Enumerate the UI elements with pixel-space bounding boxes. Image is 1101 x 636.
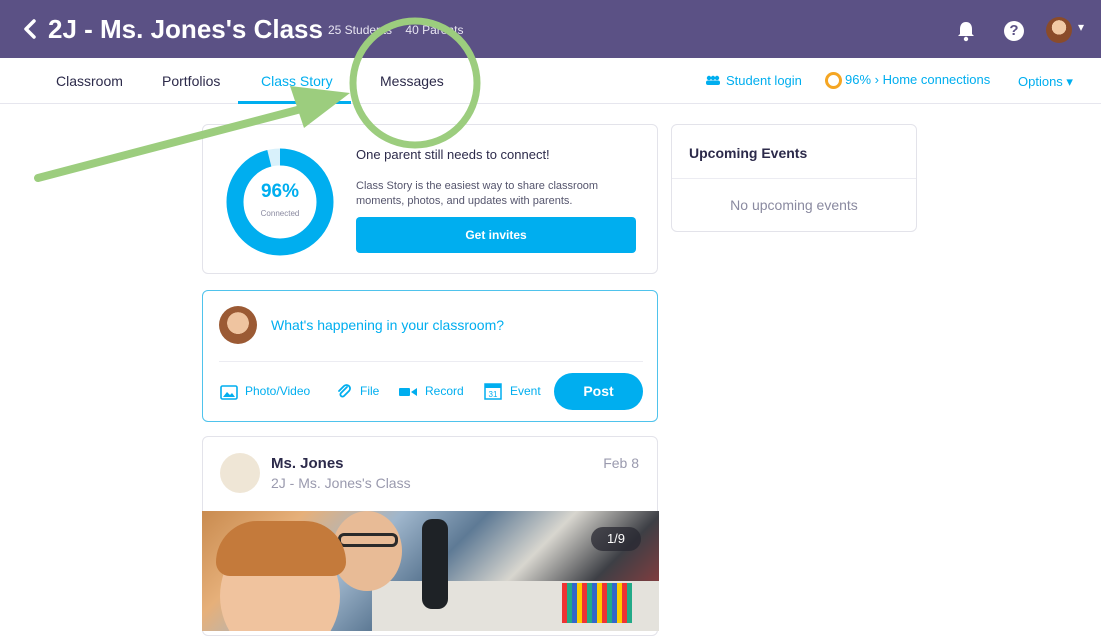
parent-count: 40 Parents bbox=[405, 23, 464, 37]
calendar-day-number: 31 bbox=[489, 390, 498, 399]
options-menu[interactable]: Options ▾ bbox=[1018, 74, 1073, 90]
tab-messages[interactable]: Messages bbox=[380, 73, 444, 89]
paperclip-icon bbox=[338, 384, 351, 398]
file-button[interactable]: File bbox=[360, 384, 379, 398]
video-camera-icon bbox=[399, 388, 417, 396]
connect-description: Class Story is the easiest way to share … bbox=[356, 180, 599, 207]
post-photo[interactable]: 1/9 bbox=[202, 511, 659, 631]
events-divider bbox=[672, 178, 916, 179]
get-invites-button[interactable]: Get invites bbox=[356, 217, 636, 253]
photo-video-button[interactable]: Photo/Video bbox=[245, 384, 310, 398]
home-connections-link[interactable]: 96% › Home connections bbox=[845, 72, 990, 87]
story-post-card: Ms. Jones 2J - Ms. Jones's Class Feb 8 1… bbox=[202, 436, 659, 636]
top-bar: 2J - Ms. Jones's Class 25 Students 40 Pa… bbox=[0, 0, 1101, 58]
author-avatar bbox=[220, 453, 260, 493]
calendar-icon: 31 bbox=[484, 383, 502, 400]
help-icon[interactable]: ? bbox=[1004, 21, 1024, 41]
photo-hair bbox=[216, 521, 346, 576]
post-author[interactable]: Ms. Jones bbox=[271, 455, 344, 472]
connected-percent: 96% bbox=[260, 181, 300, 202]
home-connection-ring-icon bbox=[825, 72, 842, 89]
compose-divider bbox=[219, 361, 643, 362]
photo-bottle bbox=[422, 519, 448, 609]
compose-input[interactable]: What's happening in your classroom? bbox=[271, 317, 504, 333]
class-title[interactable]: 2J - Ms. Jones's Class bbox=[48, 14, 323, 45]
students-icon bbox=[706, 75, 720, 85]
connect-title: One parent still needs to connect! bbox=[356, 147, 550, 162]
back-chevron-icon[interactable] bbox=[22, 18, 38, 40]
class-counts: 25 Students 40 Parents bbox=[328, 23, 473, 37]
tab-class-story[interactable]: Class Story bbox=[261, 73, 333, 89]
tab-portfolios[interactable]: Portfolios bbox=[162, 73, 220, 89]
compose-avatar bbox=[219, 306, 257, 344]
post-class-name: 2J - Ms. Jones's Class bbox=[271, 475, 411, 491]
connected-label: Connected bbox=[260, 209, 300, 218]
class-nav: Classroom Portfolios Class Story Message… bbox=[0, 58, 1101, 104]
events-title: Upcoming Events bbox=[689, 145, 808, 161]
events-empty-message: No upcoming events bbox=[730, 197, 858, 213]
photo-glasses bbox=[338, 533, 398, 547]
post-button[interactable]: Post bbox=[554, 373, 643, 410]
student-login-link[interactable]: Student login bbox=[726, 73, 802, 88]
tab-classroom[interactable]: Classroom bbox=[56, 73, 123, 89]
photo-counter: 1/9 bbox=[591, 527, 641, 551]
event-button[interactable]: Event bbox=[510, 384, 541, 398]
compose-post-card: What's happening in your classroom? Phot… bbox=[202, 290, 658, 422]
user-avatar[interactable] bbox=[1046, 17, 1072, 43]
avatar-menu-caret-icon[interactable]: ▾ bbox=[1078, 20, 1084, 34]
active-tab-indicator bbox=[238, 101, 351, 104]
record-button[interactable]: Record bbox=[425, 384, 464, 398]
student-count: 25 Students bbox=[328, 23, 393, 37]
photo-icon bbox=[220, 385, 238, 400]
upcoming-events-card: Upcoming Events No upcoming events bbox=[671, 124, 917, 232]
bell-icon[interactable] bbox=[955, 20, 977, 42]
photo-pencils bbox=[562, 583, 632, 623]
parent-connection-card: 96% Connected One parent still needs to … bbox=[202, 124, 658, 274]
post-date: Feb 8 bbox=[603, 455, 639, 471]
